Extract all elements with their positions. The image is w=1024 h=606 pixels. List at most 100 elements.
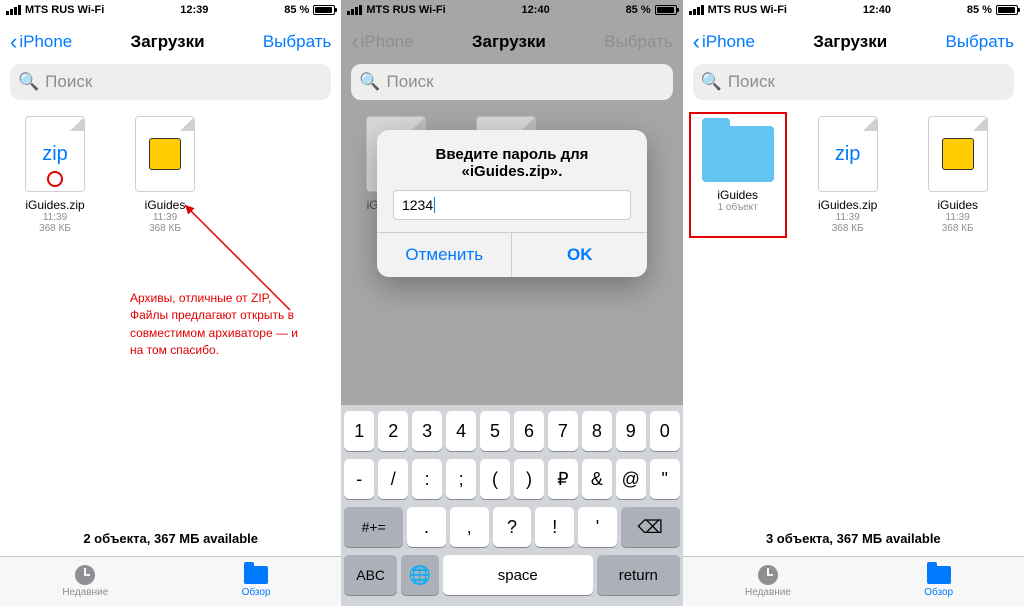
key-2[interactable]: 2 [378,411,408,451]
key-3[interactable]: 3 [412,411,442,451]
key-7[interactable]: 7 [548,411,578,451]
status-bar: MTS RUS Wi-Fi 12:40 85 % [683,0,1024,20]
signal-icon [6,5,21,15]
file-time: 11:39 [153,212,177,223]
key-'[interactable]: ' [578,507,617,547]
space-key[interactable]: space [443,555,593,595]
file-meta: 1 объект [718,202,758,213]
select-button: Выбрать [604,32,672,52]
search-icon: 🔍 [701,72,722,92]
folder-icon [927,566,951,584]
backspace-key[interactable]: ⌫ [621,507,680,547]
shift-key[interactable]: #+= [344,507,403,547]
signal-icon [689,5,704,15]
archive-file-icon [928,116,988,192]
file-item-archive[interactable]: iGuides 11:39 368 КБ [913,116,1003,234]
password-value: 1234 [402,197,433,213]
file-size: 368 КБ [942,223,974,234]
nav-bar: ‹iPhone Загрузки Выбрать [683,20,1024,64]
key-6[interactable]: 6 [514,411,544,451]
back-button: ‹iPhone [351,31,413,53]
status-bar: MTS RUS Wi-Fi 12:39 85 % [0,0,341,20]
keyboard-row-4: ABC 🌐 space return [344,555,679,595]
key-5[interactable]: 5 [480,411,510,451]
page-title: Загрузки [472,32,546,52]
key-4[interactable]: 4 [446,411,476,451]
key-8[interactable]: 8 [582,411,612,451]
tab-browse[interactable]: Обзор [171,557,342,606]
search-placeholder: Поиск [387,72,434,92]
chevron-left-icon: ‹ [351,31,358,53]
back-label: iPhone [361,32,414,52]
file-item-archive[interactable]: iGuides 11:39 368 КБ [120,116,210,234]
key-,[interactable]: , [450,507,489,547]
select-button[interactable]: Выбрать [263,32,331,52]
key-![interactable]: ! [535,507,574,547]
tab-bar: Недавние Обзор [683,556,1024,606]
key-@[interactable]: @ [616,459,646,499]
tab-label: Недавние [745,587,791,598]
tab-label: Недавние [62,587,108,598]
file-size: 368 КБ [39,223,71,234]
cancel-button[interactable]: Отменить [377,233,513,277]
file-name: iGuides.zip [25,198,84,212]
clock-icon [75,565,95,585]
key-;[interactable]: ; [446,459,476,499]
tab-label: Обзор [924,587,953,598]
ok-button[interactable]: OK [512,233,647,277]
clock-time: 12:39 [180,4,208,16]
key-.[interactable]: . [407,507,446,547]
return-key[interactable]: return [597,555,680,595]
key--[interactable]: - [344,459,374,499]
file-name: iGuides.zip [818,198,877,212]
back-button[interactable]: ‹iPhone [10,31,72,53]
key-?[interactable]: ? [493,507,532,547]
abc-key[interactable]: ABC [344,555,397,595]
battery-pct: 85 % [967,4,992,16]
file-grid-area: zip iGuides.zip 11:39 368 КБ iGuides 11:… [0,110,341,521]
dialog-title: Введите пароль для «iGuides.zip». [377,130,647,190]
file-name: iGuides [717,188,758,202]
key-₽[interactable]: ₽ [548,459,578,499]
back-button[interactable]: ‹iPhone [693,31,755,53]
file-item-zip[interactable]: zip iGuides.zip 11:39 368 КБ [10,116,100,234]
folder-item[interactable]: iGuides 1 объект [693,116,783,234]
key-)[interactable]: ) [514,459,544,499]
search-input[interactable]: 🔍 Поиск [693,64,1014,100]
footer-count: 3 объекта, 367 МБ available [683,521,1024,556]
tab-recent[interactable]: Недавние [0,557,171,606]
tab-browse[interactable]: Обзор [853,557,1024,606]
file-item-zip[interactable]: zip iGuides.zip 11:39 368 КБ [803,116,893,234]
footer-count: 2 объекта, 367 МБ available [0,521,341,556]
nav-bar: ‹iPhone Загрузки Выбрать [341,20,682,64]
keyboard-row-1: 1234567890 [344,411,679,451]
carrier: MTS RUS Wi-Fi [708,4,787,16]
file-grid-area: iGuides 1 объект zip iGuides.zip 11:39 3… [683,110,1024,521]
tab-recent[interactable]: Недавние [683,557,854,606]
key-:[interactable]: : [412,459,442,499]
clock-icon [758,565,778,585]
key-1[interactable]: 1 [344,411,374,451]
search-icon: 🔍 [359,72,380,92]
status-bar: MTS RUS Wi-Fi 12:40 85 % [341,0,682,20]
file-time: 11:39 [836,212,860,223]
clock-time: 12:40 [522,4,550,16]
key-9[interactable]: 9 [616,411,646,451]
search-placeholder: Поиск [728,72,775,92]
battery-pct: 85 % [626,4,651,16]
text-cursor [434,197,435,213]
search-input[interactable]: 🔍 Поиск [10,64,331,100]
zip-file-icon: zip [25,116,85,192]
key-/[interactable]: / [378,459,408,499]
zip-file-icon: zip [818,116,878,192]
select-button[interactable]: Выбрать [945,32,1013,52]
chevron-left-icon: ‹ [10,31,17,53]
globe-key[interactable]: 🌐 [401,555,439,595]
key-0[interactable]: 0 [650,411,680,451]
key-&[interactable]: & [582,459,612,499]
key-"[interactable]: " [650,459,680,499]
page-title: Загрузки [131,32,205,52]
password-input[interactable]: 1234 [393,190,631,220]
key-([interactable]: ( [480,459,510,499]
clock-time: 12:40 [863,4,891,16]
